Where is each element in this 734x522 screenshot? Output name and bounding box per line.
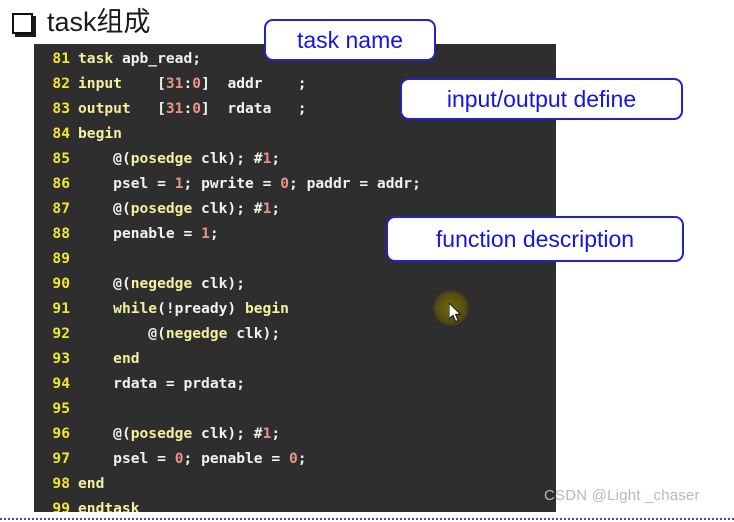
- code-line: 90 @(negedge clk);: [34, 271, 556, 296]
- code-line-text: input [31:0] addr ;: [78, 75, 307, 92]
- code-line-number: 86: [52, 175, 70, 192]
- code-line-number: 94: [52, 375, 70, 392]
- code-line-number: 84: [52, 125, 70, 142]
- code-line: 93 end: [34, 346, 556, 371]
- code-line: 94 rdata = prdata;: [34, 371, 556, 396]
- callout-task-name-label: task name: [296, 26, 404, 53]
- code-line-text: rdata = prdata;: [113, 375, 245, 392]
- code-line-number: 87: [52, 200, 70, 217]
- callout-task-name: task name: [264, 19, 436, 61]
- code-line-number: 89: [52, 250, 70, 267]
- code-line-number: 82: [52, 75, 70, 92]
- code-line: 97 psel = 0; penable = 0;: [34, 446, 556, 471]
- code-line-text: end: [78, 475, 105, 492]
- code-line-text: @(posedge clk); #1;: [113, 425, 281, 442]
- code-line-text: begin: [78, 125, 122, 142]
- code-line-number: 99: [52, 500, 70, 512]
- code-line-number: 95: [52, 400, 70, 417]
- code-line: 91 while(!pready) begin: [34, 296, 556, 321]
- code-line-number: 81: [52, 50, 70, 67]
- code-line-number: 97: [52, 450, 70, 467]
- code-line-text: output [31:0] rdata ;: [78, 100, 307, 117]
- code-line-text: @(negedge clk);: [148, 325, 281, 342]
- code-line-text: end: [113, 350, 140, 367]
- code-line-number: 85: [52, 150, 70, 167]
- code-line: 95: [34, 396, 556, 421]
- code-line: 85 @(posedge clk); #1;: [34, 146, 556, 171]
- code-line-text: @(posedge clk); #1;: [113, 200, 281, 217]
- page-title: task组成: [8, 2, 151, 42]
- code-line-number: 90: [52, 275, 70, 292]
- callout-function-description-label: function description: [435, 225, 635, 252]
- callout-input-output-define-label: input/output define: [446, 85, 637, 112]
- code-line-number: 93: [52, 350, 70, 367]
- callout-function-description: function description: [386, 216, 684, 262]
- code-line: 98 end: [34, 471, 556, 496]
- code-line: 99 endtask: [34, 496, 556, 512]
- watermark: CSDN @Light _chaser: [544, 487, 700, 504]
- slide-bottom-divider: [0, 518, 734, 520]
- code-line: 86 psel = 1; pwrite = 0; paddr = addr;: [34, 171, 556, 196]
- hollow-square-bullet-icon: [12, 12, 33, 34]
- code-line: 96 @(posedge clk); #1;: [34, 421, 556, 446]
- page-title-text: task组成: [47, 6, 151, 37]
- code-line-number: 96: [52, 425, 70, 442]
- code-line-number: 91: [52, 300, 70, 317]
- code-line-text: while(!pready) begin: [113, 300, 289, 317]
- code-line-number: 92: [52, 325, 70, 342]
- code-line-number: 83: [52, 100, 70, 117]
- code-line-text: @(negedge clk);: [113, 275, 245, 292]
- code-line-number: 88: [52, 225, 70, 242]
- code-line: 92 @(negedge clk);: [34, 321, 556, 346]
- code-line-text: psel = 1; pwrite = 0; paddr = addr;: [113, 175, 421, 192]
- code-line-text: task apb_read;: [78, 50, 202, 67]
- code-line-text: penable = 1;: [113, 225, 219, 242]
- callout-input-output-define: input/output define: [400, 78, 683, 120]
- code-line-text: endtask: [78, 500, 140, 512]
- code-line: 84 begin: [34, 121, 556, 146]
- code-line-text: psel = 0; penable = 0;: [113, 450, 307, 467]
- code-line-text: @(posedge clk); #1;: [113, 150, 281, 167]
- code-line-number: 98: [52, 475, 70, 492]
